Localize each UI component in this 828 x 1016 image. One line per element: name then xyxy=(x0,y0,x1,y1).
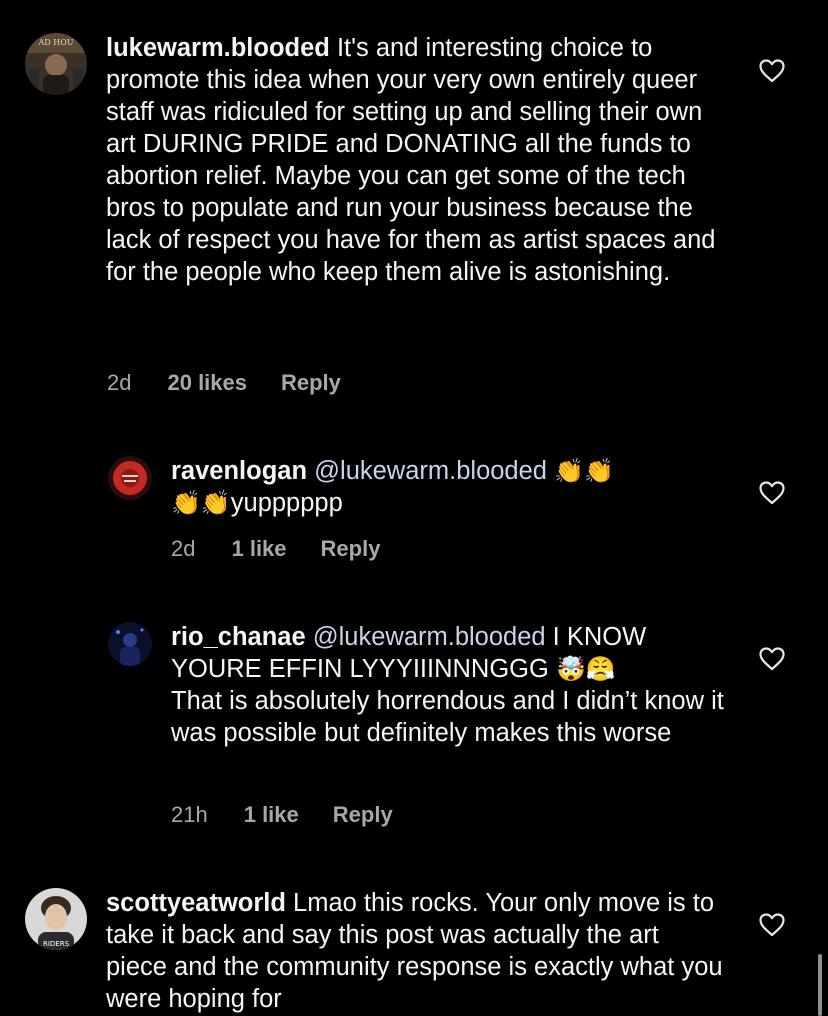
avatar-image: RIDERS xyxy=(25,888,87,950)
comment-likes[interactable]: 1 like xyxy=(231,536,286,562)
reply-button[interactable]: Reply xyxy=(281,370,341,396)
comment-likes[interactable]: 20 likes xyxy=(167,370,247,396)
reply-button[interactable]: Reply xyxy=(321,536,381,562)
comments-screen: AD HOU lukewarm.blooded It's and interes… xyxy=(0,0,828,1016)
comment-username[interactable]: lukewarm.blooded xyxy=(106,34,330,62)
avatar-sign-text: AD HOU xyxy=(37,38,73,47)
mention-link[interactable]: @lukewarm.blooded xyxy=(314,457,547,485)
mind-blown-and-angry-emoji: 🤯😤 xyxy=(555,655,616,683)
comment-likes[interactable]: 1 like xyxy=(244,802,299,828)
comment-body: ravenlogan @lukewarm.blooded 👏👏 👏👏yupppp… xyxy=(171,455,711,519)
comment-username[interactable]: scottyeatworld xyxy=(106,889,286,917)
comment-text: That is absolutely horrendous and I didn… xyxy=(171,687,724,747)
heart-outline-icon[interactable] xyxy=(759,481,785,505)
comment-meta: 2d 1 like Reply xyxy=(171,536,380,562)
avatar[interactable]: AD HOU xyxy=(25,33,87,95)
mention-link[interactable]: @lukewarm.blooded xyxy=(313,623,546,651)
avatar-image xyxy=(108,622,152,666)
avatar-shirt-text: RIDERS xyxy=(43,940,70,948)
comment-username[interactable]: ravenlogan xyxy=(171,457,307,485)
heart-outline-icon[interactable] xyxy=(759,647,785,671)
avatar-image: AD HOU xyxy=(25,33,87,95)
comment-username[interactable]: rio_chanae xyxy=(171,623,306,651)
comment-meta: 21h 1 like Reply xyxy=(171,802,393,828)
avatar[interactable]: RIDERS xyxy=(25,888,87,950)
comment-time: 21h xyxy=(171,802,208,827)
avatar-image xyxy=(108,456,152,500)
comment-text: It's and interesting choice to promote t… xyxy=(106,34,716,286)
comment-body: lukewarm.blooded It's and interesting ch… xyxy=(106,32,726,288)
comment-text: yupppppp xyxy=(230,489,343,517)
comment-body: rio_chanae @lukewarm.blooded I KNOW YOUR… xyxy=(171,621,731,749)
reply-button[interactable]: Reply xyxy=(333,802,393,828)
clapping-emoji: 👏👏 xyxy=(554,457,614,485)
comment-meta: 2d 20 likes Reply xyxy=(107,370,341,396)
avatar[interactable] xyxy=(108,622,152,666)
heart-outline-icon[interactable] xyxy=(759,59,785,83)
comment-time: 2d xyxy=(107,370,132,395)
scrollbar[interactable] xyxy=(818,954,822,1016)
clapping-emoji: 👏👏 xyxy=(171,489,231,517)
comment-body: scottyeatworld Lmao this rocks. Your onl… xyxy=(106,887,726,1015)
heart-outline-icon[interactable] xyxy=(759,913,785,937)
avatar[interactable] xyxy=(108,456,152,500)
comment-time: 2d xyxy=(171,536,196,561)
